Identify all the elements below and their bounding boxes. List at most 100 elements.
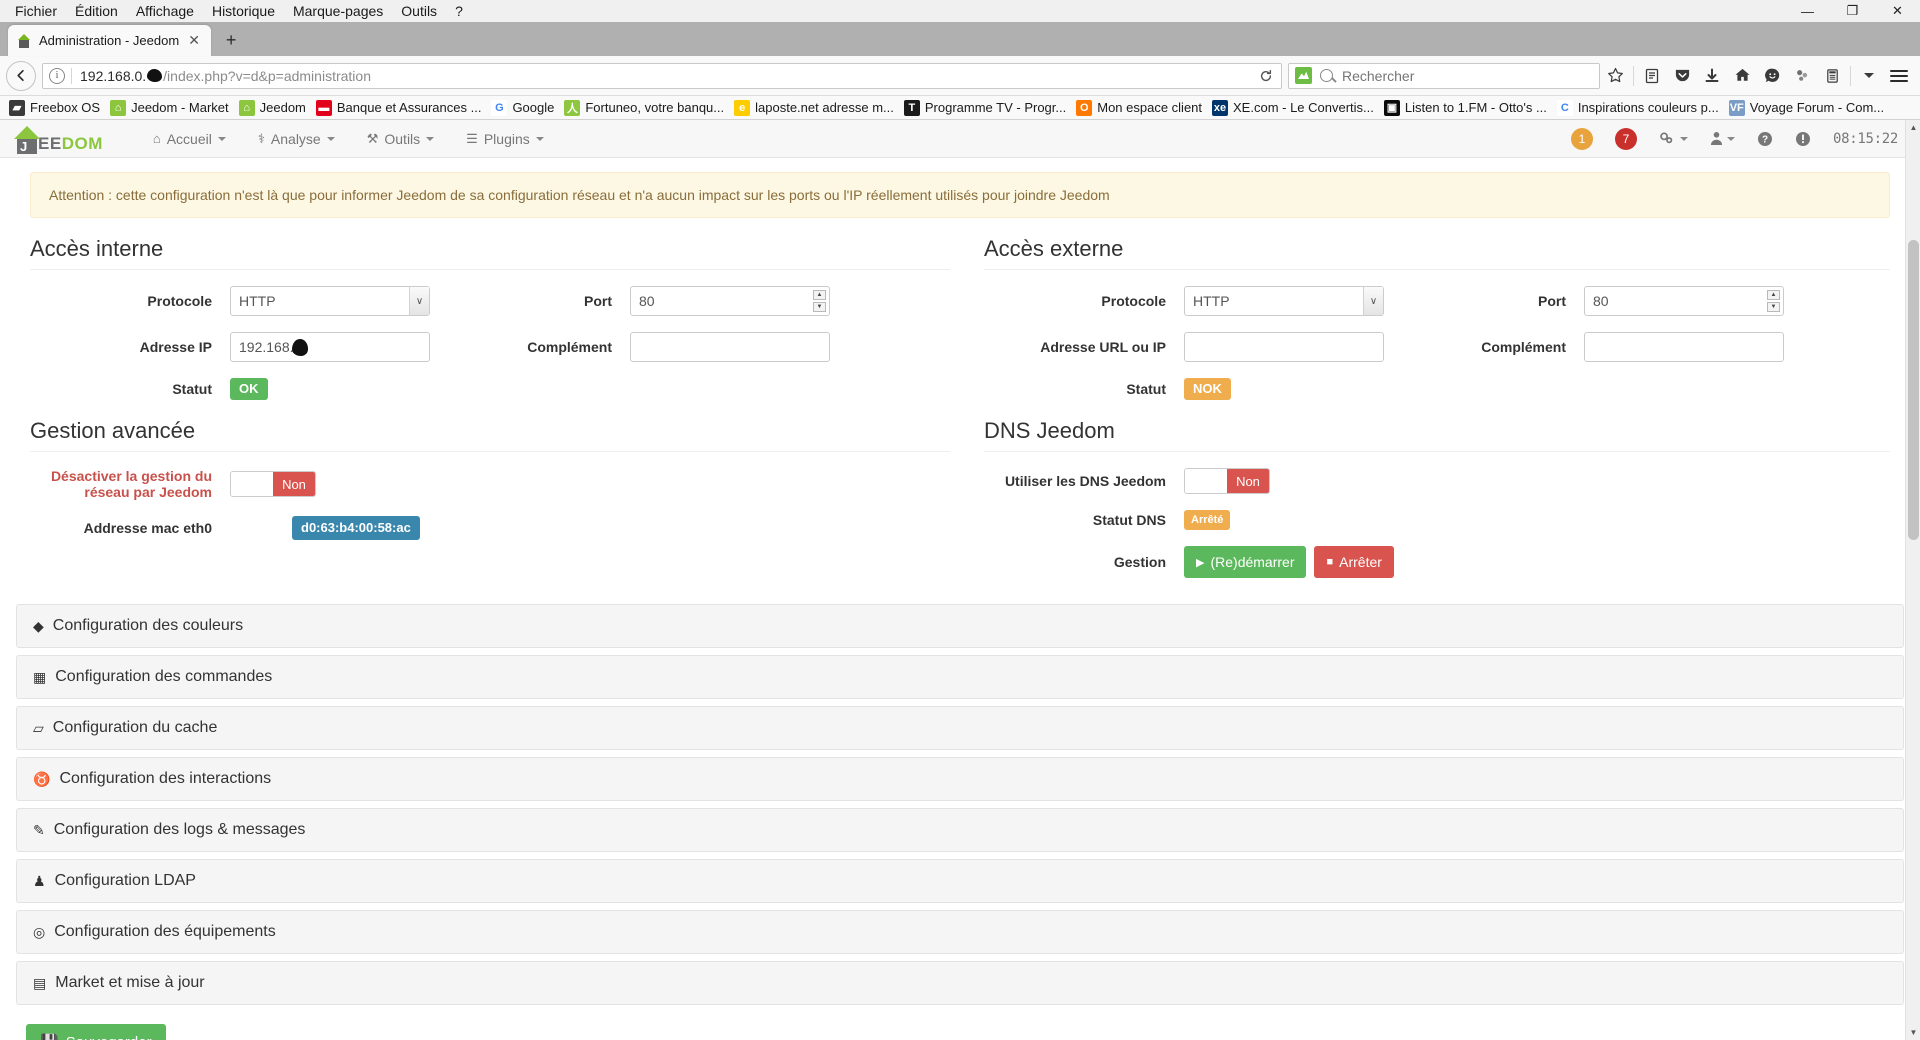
menu-fichier[interactable]: Fichier	[6, 1, 66, 21]
address-bar[interactable]: i 192.168.0. /index.php?v=d&p=administrat…	[42, 62, 1282, 89]
external-complement-input[interactable]	[1584, 332, 1784, 362]
accordion-label: Configuration du cache	[52, 719, 218, 736]
minimize-button[interactable]: —	[1785, 0, 1830, 22]
stop-dns-button[interactable]: ■ Arrêter	[1314, 546, 1394, 578]
menu-marque-pages[interactable]: Marque-pages	[284, 1, 392, 21]
bookmark-item[interactable]: ▣ Listen to 1.FM - Otto's ...	[1379, 98, 1552, 118]
error-badge[interactable]: 7	[1614, 127, 1637, 150]
site-info-icon[interactable]: i	[49, 67, 65, 84]
overflow-chevron-icon[interactable]	[1854, 61, 1884, 91]
accordion-header[interactable]: ♟ Configuration LDAP	[16, 859, 1904, 903]
scrollbar-thumb[interactable]	[1908, 240, 1919, 540]
maximize-button[interactable]: ❐	[1830, 0, 1875, 22]
nav-item-accueil[interactable]: ⌂ Accueil	[137, 120, 242, 158]
bookmark-item[interactable]: O Mon espace client	[1071, 98, 1207, 118]
internal-port-input[interactable]	[630, 286, 830, 316]
radio-icon: ▣	[1383, 99, 1400, 116]
menu-affichage[interactable]: Affichage	[127, 1, 203, 21]
bookmark-item[interactable]: xe XE.com - Le Convertis...	[1207, 98, 1379, 118]
menu-outils[interactable]: Outils	[392, 1, 446, 21]
external-url-input[interactable]	[1184, 332, 1384, 362]
chevron-down-icon	[326, 136, 335, 141]
accordion-header[interactable]: ▱ Configuration du cache	[16, 706, 1904, 750]
chevron-down-icon	[217, 136, 226, 141]
bookmark-item[interactable]: e laposte.net adresse m...	[729, 98, 899, 118]
accordion-header[interactable]: ▦ Configuration des commandes	[16, 655, 1904, 699]
bookmark-item[interactable]: ⌂ Jeedom - Market	[105, 98, 234, 118]
menu-edition[interactable]: Édition	[66, 1, 127, 21]
section-title-internal: Accès interne	[30, 236, 950, 270]
save-icon: 💾	[40, 1033, 59, 1040]
accordion-header[interactable]: ◎ Configuration des équipements	[16, 910, 1904, 954]
accordion-header[interactable]: ◆ Configuration des couleurs	[16, 604, 1904, 648]
warning-badge[interactable]: 1	[1570, 127, 1593, 150]
disable-network-toggle[interactable]: Non	[230, 471, 316, 497]
svg-text:?: ?	[1762, 134, 1768, 145]
toggle-value-label[interactable]: Non	[273, 472, 315, 496]
accordion-header[interactable]: ♉ Configuration des interactions	[16, 757, 1904, 801]
jeedom-logo[interactable]: J EE DOM	[10, 124, 103, 154]
toggle-off-half[interactable]	[1185, 469, 1227, 493]
label-internal-ip: Adresse IP	[139, 339, 212, 355]
star-icon[interactable]	[1600, 61, 1630, 91]
tab-close-icon[interactable]: ✕	[185, 32, 203, 50]
page-scrollbar[interactable]: ▲ ▼	[1905, 120, 1920, 1040]
accordion-header[interactable]: ▤ Market et mise à jour	[16, 961, 1904, 1005]
accordion-header[interactable]: ✎ Configuration des logs & messages	[16, 808, 1904, 852]
menu-historique[interactable]: Historique	[203, 1, 284, 21]
bookmark-item[interactable]: G Google	[486, 98, 559, 118]
search-input[interactable]	[1340, 66, 1593, 85]
label-external-url: Adresse URL ou IP	[1040, 339, 1166, 355]
toggle-value-label[interactable]: Non	[1227, 469, 1269, 493]
jeedom-navbar: J EE DOM ⌂ Accueil ⚕ Analyse ⚒ Outils ☰ P…	[0, 120, 1920, 158]
menu-aide[interactable]: ?	[446, 1, 472, 21]
gears-icon[interactable]	[1659, 131, 1688, 146]
row-mac-address: Addresse mac eth0 d0:63:b4:00:58:ac	[30, 516, 950, 540]
download-icon[interactable]	[1697, 61, 1727, 91]
reload-button-icon[interactable]	[1255, 65, 1277, 87]
external-protocole-select[interactable]: HTTP	[1184, 286, 1384, 316]
reader-icon[interactable]	[1637, 61, 1667, 91]
bookmark-item[interactable]: VF Voyage Forum - Com...	[1724, 98, 1889, 118]
internal-protocole-select[interactable]: HTTP	[230, 286, 430, 316]
external-access-column: Accès externe Protocole HTTP ∨ Port 80 ▲…	[960, 218, 1890, 578]
restart-dns-button[interactable]: ▶ (Re)démarrer	[1184, 546, 1307, 578]
tab-administration-jeedom[interactable]: Administration - Jeedom ✕	[8, 25, 212, 56]
nav-item-plugins[interactable]: ☰ Plugins	[450, 120, 560, 158]
user-icon[interactable]	[1710, 131, 1735, 146]
close-button[interactable]: ✕	[1875, 0, 1920, 22]
external-port-input[interactable]	[1584, 286, 1784, 316]
label-internal-port: Port	[584, 293, 612, 309]
bookmark-item[interactable]: C Inspirations couleurs p...	[1552, 98, 1724, 118]
back-button-icon[interactable]	[6, 60, 36, 91]
nav-item-outils[interactable]: ⚒ Outils	[351, 120, 450, 158]
laposte-icon: e	[734, 99, 751, 116]
info-icon[interactable]	[1795, 131, 1811, 147]
save-button[interactable]: 💾 Sauvegarder	[26, 1024, 166, 1040]
pocket-icon[interactable]	[1667, 61, 1697, 91]
bookmark-item[interactable]: ▬ Banque et Assurances ...	[311, 98, 487, 118]
toggle-off-half[interactable]	[231, 472, 273, 496]
bookmark-label: Programme TV - Progr...	[924, 100, 1067, 115]
sync-icon[interactable]	[1787, 61, 1817, 91]
internal-ip-input[interactable]	[230, 332, 430, 362]
bookmark-item[interactable]: ⌂ Jeedom	[234, 98, 311, 118]
scroll-up-icon[interactable]: ▲	[1906, 120, 1920, 135]
nav-item-analyse[interactable]: ⚕ Analyse	[242, 120, 351, 158]
help-icon[interactable]: ?	[1757, 131, 1773, 147]
bookmark-item[interactable]: 人 Fortuneo, votre banqu...	[559, 98, 729, 118]
use-dns-toggle[interactable]: Non	[1184, 468, 1270, 494]
scroll-down-icon[interactable]: ▼	[1906, 1025, 1920, 1040]
hamburger-menu-icon[interactable]	[1884, 61, 1914, 91]
search-engine-icon[interactable]	[1295, 67, 1312, 84]
home-icon[interactable]	[1727, 61, 1757, 91]
internal-complement-input[interactable]	[630, 332, 830, 362]
search-bar[interactable]	[1288, 62, 1600, 89]
new-tab-button[interactable]: +	[217, 26, 245, 54]
bookmark-item[interactable]: ▰ Freebox OS	[4, 98, 105, 118]
internal-status-badge: OK	[230, 378, 268, 400]
bookmark-item[interactable]: T Programme TV - Progr...	[899, 98, 1071, 118]
accordion-label: Configuration LDAP	[54, 872, 196, 889]
library-icon[interactable]	[1817, 61, 1847, 91]
smiley-icon[interactable]	[1757, 61, 1787, 91]
